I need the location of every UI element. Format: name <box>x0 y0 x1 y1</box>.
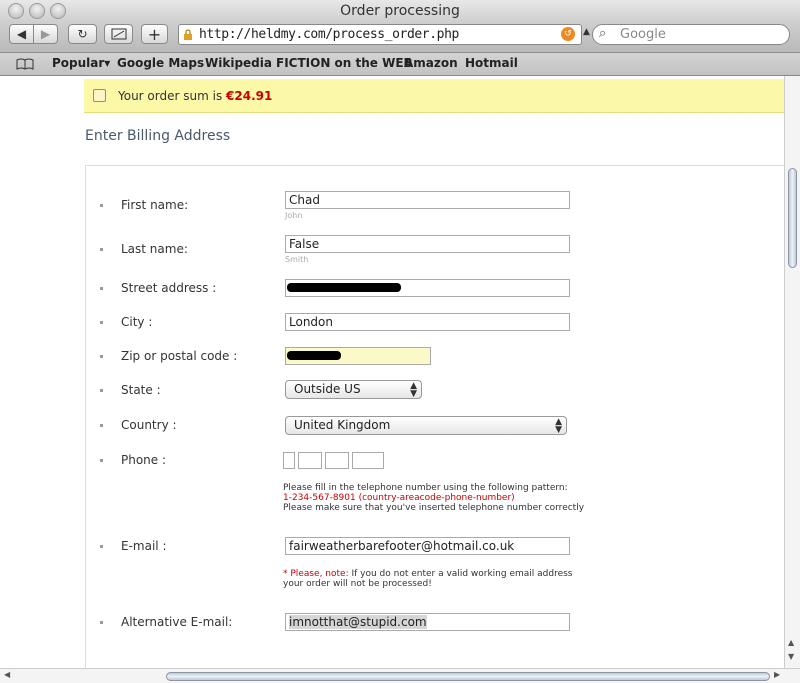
state-select[interactable]: Outside US ▲ ▼ <box>285 380 422 399</box>
city-label: City : <box>121 315 153 329</box>
phone-country-input[interactable] <box>283 452 295 469</box>
plus-icon: + <box>147 24 162 44</box>
scroll-right-arrow-icon[interactable]: ▶ <box>774 670 780 679</box>
email-note-line2: your order will not be processed! <box>283 579 432 589</box>
zip-code-input[interactable] <box>285 347 431 365</box>
bullet-icon <box>100 355 103 358</box>
lock-icon <box>184 29 192 40</box>
scroll-left-arrow-icon[interactable]: ◀ <box>4 670 10 679</box>
street-address-input[interactable] <box>285 279 570 297</box>
back-button[interactable]: ◀ <box>9 24 34 44</box>
bookmark-google-maps[interactable]: Google Maps <box>117 56 204 70</box>
address-bar[interactable]: http://heldmy.com/process_order.php ↺ <box>178 24 582 45</box>
horizontal-scroll-thumb[interactable] <box>166 672 770 681</box>
city-input[interactable]: London <box>285 313 570 331</box>
updown-arrow-icon: ▲ ▼ <box>410 381 417 399</box>
bullet-icon <box>100 389 103 392</box>
bullet-icon <box>100 248 103 251</box>
country-select[interactable]: United Kingdom ▲ ▼ <box>285 416 567 435</box>
reload-icon: ↻ <box>77 27 88 41</box>
scroll-up-arrow-icon[interactable]: ▲ <box>788 638 794 647</box>
state-selected-value: Outside US <box>294 382 361 396</box>
phone-label: Phone : <box>121 453 167 467</box>
snapback-icon <box>111 28 126 40</box>
phone-areacode-input[interactable] <box>298 452 322 469</box>
bookmark-fiction-on-the-web[interactable]: FICTION on the WEB <box>276 56 413 70</box>
email-label: E-mail : <box>121 539 167 553</box>
url-dropdown-icon[interactable]: ▲ <box>583 27 590 37</box>
updown-arrow-icon: ▲ ▼ <box>555 417 562 435</box>
vertical-scroll-thumb[interactable] <box>788 168 797 268</box>
snapback-button[interactable] <box>104 24 133 44</box>
search-placeholder: Google <box>620 27 666 42</box>
bookmarks-book-icon[interactable] <box>16 58 34 70</box>
page-content: Your order sum is €24.91 Enter Billing A… <box>0 76 784 668</box>
horizontal-scrollbar[interactable]: ◀ ▶ <box>0 668 800 683</box>
forward-button[interactable]: ▶ <box>33 24 58 44</box>
state-label: State : <box>121 383 161 397</box>
vertical-scrollbar[interactable]: ▲ ▼ <box>784 76 800 668</box>
bullet-icon <box>100 321 103 324</box>
phone-help-line3: Please make sure that you've inserted te… <box>283 503 585 513</box>
add-bookmark-button[interactable]: + <box>141 24 168 44</box>
phone-prefix-input[interactable] <box>325 452 349 469</box>
alt-email-input[interactable]: imnotthat@stupid.com <box>285 613 570 631</box>
first-name-hint: John <box>285 211 303 220</box>
bookmark-popular[interactable]: Popular▾ <box>52 56 110 70</box>
bookmarks-bar: Popular▾ Google Maps Wikipedia FICTION o… <box>0 53 800 76</box>
zip-code-label: Zip or postal code : <box>121 349 238 363</box>
country-label: Country : <box>121 418 177 432</box>
magnifier-icon: ⌕ <box>599 26 607 41</box>
redacted-zip-mark <box>287 351 341 360</box>
order-sum-notice: Your order sum is €24.91 <box>84 79 784 113</box>
browser-toolbar: ◀ ▶ ↻ + http://heldmy.com/process_order.… <box>0 22 800 53</box>
last-name-label: Last name: <box>121 242 188 256</box>
scroll-down-arrow-icon[interactable]: ▼ <box>788 652 794 661</box>
email-note: * Please, note: If you do not enter a va… <box>283 569 573 579</box>
last-name-input[interactable]: False <box>285 235 570 253</box>
bookmark-amazon[interactable]: Amazon <box>404 56 458 70</box>
window-title: Order processing <box>340 3 460 19</box>
url-text: http://heldmy.com/process_order.php <box>199 27 459 42</box>
reload-button[interactable]: ↻ <box>68 24 97 44</box>
phone-number-input[interactable] <box>352 452 384 469</box>
bullet-icon <box>100 545 103 548</box>
bullet-icon <box>100 459 103 462</box>
email-input[interactable]: fairweatherbarefooter@hotmail.co.uk <box>285 537 570 555</box>
order-sum-value: €24.91 <box>226 89 273 103</box>
stop-loading-icon[interactable]: ↺ <box>561 27 575 41</box>
back-arrow-icon: ◀ <box>16 27 27 41</box>
email-note-label: * Please, note: <box>283 569 349 579</box>
bullet-icon <box>100 287 103 290</box>
order-sum-prefix: Your order sum is <box>118 89 227 103</box>
bookmark-wikipedia[interactable]: Wikipedia <box>205 56 272 70</box>
bullet-icon <box>100 621 103 624</box>
search-input[interactable]: ⌕ Google <box>592 24 790 45</box>
first-name-input[interactable]: Chad <box>285 191 570 209</box>
phone-help-pattern: 1-234-567-8901 (country-areacode-phone-n… <box>283 493 515 503</box>
forward-arrow-icon: ▶ <box>40 27 51 41</box>
redacted-street-mark <box>287 283 401 292</box>
alt-email-value: imnotthat@stupid.com <box>289 615 427 629</box>
country-selected-value: United Kingdom <box>294 418 391 432</box>
alt-email-label: Alternative E-mail: <box>121 615 233 629</box>
phone-help-line1: Please fill in the telephone number usin… <box>283 483 568 493</box>
title-bar: Order processing <box>0 0 800 22</box>
lock-notice-icon <box>93 89 106 102</box>
bullet-icon <box>100 204 103 207</box>
street-address-label: Street address : <box>121 281 217 295</box>
first-name-label: First name: <box>121 198 189 212</box>
last-name-hint: Smith <box>285 255 309 264</box>
bookmark-hotmail[interactable]: Hotmail <box>465 56 518 70</box>
order-sum-text: Your order sum is €24.91 <box>118 89 272 103</box>
bullet-icon <box>100 424 103 427</box>
page-title: Enter Billing Address <box>85 128 231 144</box>
email-note-text: If you do not enter a valid working emai… <box>348 569 573 579</box>
